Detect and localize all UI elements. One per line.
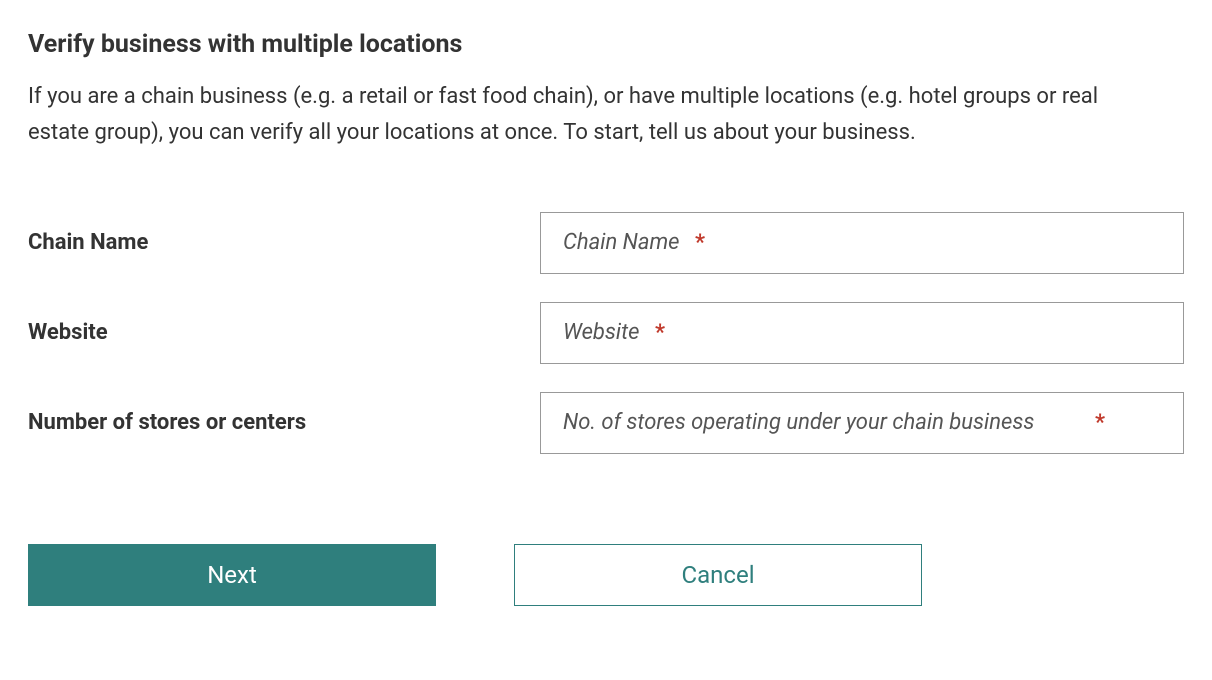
stores-label: Number of stores or centers — [28, 410, 540, 435]
chain-name-input-wrap: * — [540, 212, 1184, 274]
page-heading: Verify business with multiple locations — [28, 30, 1184, 59]
website-input-wrap: * — [540, 302, 1184, 364]
form-row-stores: Number of stores or centers * — [28, 392, 1184, 454]
stores-input-wrap: * — [540, 392, 1184, 454]
website-input[interactable] — [540, 302, 1184, 364]
website-label: Website — [28, 320, 540, 345]
chain-name-label: Chain Name — [28, 230, 540, 255]
stores-input[interactable] — [540, 392, 1184, 454]
form-row-chain-name: Chain Name * — [28, 212, 1184, 274]
page-description: If you are a chain business (e.g. a reta… — [28, 79, 1138, 152]
cancel-button[interactable]: Cancel — [514, 544, 922, 606]
next-button[interactable]: Next — [28, 544, 436, 606]
form-row-website: Website * — [28, 302, 1184, 364]
button-row: Next Cancel — [28, 544, 1184, 606]
chain-name-input[interactable] — [540, 212, 1184, 274]
